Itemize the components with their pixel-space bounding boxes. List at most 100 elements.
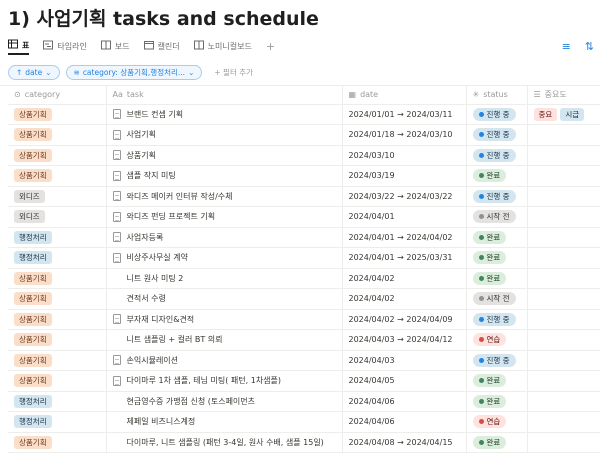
task-cell[interactable]: 견적서 수령	[106, 288, 343, 310]
importance-cell[interactable]	[527, 227, 600, 248]
task-cell[interactable]: 다이마루, 니트 샘플링 (패턴 3-4일, 원사 수배, 샘플 15일)	[106, 432, 343, 453]
category-cell[interactable]: 행정처리	[8, 391, 107, 412]
table-row[interactable]: 상품기획 니트 원사 미팅 2 2024/04/02 완료	[8, 268, 600, 289]
task-cell[interactable]: 와디즈 메이커 인터뷰 작성/수체	[106, 186, 343, 207]
view-tab-0[interactable]: 표	[8, 37, 30, 55]
category-cell[interactable]: 상품기획	[8, 268, 107, 289]
view-tab-4[interactable]: 노미니컬보드	[193, 37, 252, 55]
task-cell[interactable]: 비상주사무실 계약	[106, 247, 343, 269]
importance-cell[interactable]	[527, 124, 600, 146]
table-row[interactable]: 상품기획 사업기획 2024/01/18 → 2024/03/10 진행 중	[8, 124, 600, 146]
status-cell[interactable]: 연습	[466, 329, 528, 351]
date-cell[interactable]: 2024/04/01	[342, 206, 467, 228]
view-tab-2[interactable]: 보드	[100, 37, 130, 55]
task-cell[interactable]: 니트 원사 미팅 2	[106, 268, 343, 289]
task-cell[interactable]: 사업기획	[106, 124, 343, 146]
status-cell[interactable]: 시작 전	[466, 206, 528, 228]
task-cell[interactable]: 니트 샘플링 + 컬러 BT 의뢰	[106, 329, 343, 351]
importance-cell[interactable]	[527, 391, 600, 412]
date-cell[interactable]: 2024/04/02	[342, 268, 467, 289]
table-row[interactable]: 상품기획 샘플 작지 미팅 2024/03/19 완료	[8, 165, 600, 187]
column-header-status[interactable]: ✳ status	[466, 86, 528, 105]
table-row[interactable]: 상품기획 니트 샘플링 + 컬러 BT 의뢰 2024/04/03 → 2024/0…	[8, 329, 600, 351]
task-cell[interactable]: 현금영수증 가맹점 신청 (토스페이먼츠	[106, 391, 343, 412]
date-cell[interactable]: 2024/04/03 → 2024/04/12	[342, 329, 467, 351]
table-row[interactable]: 외디즈 와디즈 펀딩 프로젝트 기획 2024/04/01 시작 전	[8, 206, 600, 228]
task-cell[interactable]: 다이마루 1차 샘플, 테님 미팅( 패턴, 1차샘플)	[106, 370, 343, 392]
column-header-date[interactable]: ▦ date	[342, 86, 467, 105]
category-cell[interactable]: 상품기획	[8, 124, 107, 146]
task-cell[interactable]: 상품기획	[106, 145, 343, 166]
date-cell[interactable]: 2024/04/02 → 2024/04/09	[342, 309, 467, 330]
importance-cell[interactable]	[527, 145, 600, 166]
importance-cell[interactable]	[527, 329, 600, 351]
status-cell[interactable]: 완료	[466, 370, 528, 392]
status-cell[interactable]: 진행 중	[466, 186, 528, 207]
table-row[interactable]: 행정처리 제페일 비즈니스계정 2024/04/06 연습	[8, 411, 600, 433]
task-cell[interactable]: 사업자등록	[106, 227, 343, 248]
add-filter-button[interactable]: + 필터 추가	[214, 67, 253, 78]
importance-cell[interactable]	[527, 411, 600, 433]
table-row[interactable]: 상품기획 다이마루, 니트 샘플링 (패턴 3-4일, 원사 수배, 샘플 15일…	[8, 432, 600, 453]
category-cell[interactable]: 행정처리	[8, 227, 107, 248]
status-cell[interactable]: 완료	[466, 268, 528, 289]
date-cell[interactable]: 2024/04/06	[342, 411, 467, 433]
status-cell[interactable]: 진행 중	[466, 104, 528, 125]
category-cell[interactable]: 상품기획	[8, 329, 107, 351]
table-row[interactable]: 행정처리 사업자등록 2024/04/01 → 2024/04/02 완료	[8, 227, 600, 248]
status-cell[interactable]: 진행 중	[466, 309, 528, 330]
date-cell[interactable]: 2024/03/22 → 2024/03/22	[342, 186, 467, 207]
view-tab-3[interactable]: 캘린더	[143, 37, 180, 55]
date-cell[interactable]: 2024/04/06	[342, 391, 467, 412]
category-cell[interactable]: 행정처리	[8, 247, 107, 269]
status-cell[interactable]: 완료	[466, 432, 528, 453]
status-cell[interactable]: 진행 중	[466, 124, 528, 146]
table-row[interactable]: 상품기획 상품기획 2024/03/10 진행 중	[8, 145, 600, 166]
category-cell[interactable]: 상품기획	[8, 145, 107, 166]
date-cell[interactable]: 2024/04/05	[342, 370, 467, 392]
category-cell[interactable]: 상품기획	[8, 309, 107, 330]
status-cell[interactable]: 연습	[466, 411, 528, 433]
category-cell[interactable]: 상품기획	[8, 165, 107, 187]
category-cell[interactable]: 상품기획	[8, 350, 107, 371]
task-cell[interactable]: 샘플 작지 미팅	[106, 165, 343, 187]
status-cell[interactable]: 완료	[466, 227, 528, 248]
date-cell[interactable]: 2024/04/02	[342, 288, 467, 310]
table-row[interactable]: 행정처리 현금영수증 가맹점 신청 (토스페이먼츠 2024/04/06 완료	[8, 391, 600, 412]
category-cell[interactable]: 외디즈	[8, 186, 107, 207]
add-view-button[interactable]: +	[266, 40, 275, 53]
task-cell[interactable]: 브랜드 컨셉 기획	[106, 104, 343, 125]
category-filter-chip[interactable]: ≋ category: 상품기획,행정처리... ⌄	[65, 64, 203, 80]
category-cell[interactable]: 상품기획	[8, 288, 107, 310]
category-cell[interactable]: 상품기획	[8, 104, 107, 125]
status-cell[interactable]: 완료	[466, 391, 528, 412]
importance-cell[interactable]	[527, 247, 600, 269]
table-row[interactable]: 상품기획 견적서 수령 2024/04/02 시작 전	[8, 288, 600, 310]
status-cell[interactable]: 시작 전	[466, 288, 528, 310]
importance-cell[interactable]	[527, 206, 600, 228]
importance-cell[interactable]	[527, 165, 600, 187]
sort-icon[interactable]: ⇅	[585, 40, 594, 53]
importance-cell[interactable]	[527, 370, 600, 392]
table-row[interactable]: 행정처리 비상주사무실 계약 2024/04/01 → 2025/03/31 완료	[8, 247, 600, 269]
status-cell[interactable]: 진행 중	[466, 350, 528, 371]
date-cell[interactable]: 2024/04/01 → 2024/04/02	[342, 227, 467, 248]
filter-icon[interactable]: ≡	[562, 40, 571, 53]
date-cell[interactable]: 2024/04/03	[342, 350, 467, 371]
importance-cell[interactable]	[527, 350, 600, 371]
task-cell[interactable]: 제페일 비즈니스계정	[106, 411, 343, 433]
date-cell[interactable]: 2024/03/19	[342, 165, 467, 187]
table-row[interactable]: 상품기획 브랜드 컨셉 기획 2024/01/01 → 2024/03/11 진행 중…	[8, 104, 600, 125]
importance-cell[interactable]	[527, 309, 600, 330]
date-cell[interactable]: 2024/01/18 → 2024/03/10	[342, 124, 467, 146]
task-cell[interactable]: 손익시뮬레이션	[106, 350, 343, 371]
table-row[interactable]: 외디즈 와디즈 메이커 인터뷰 작성/수체 2024/03/22 → 2024/03…	[8, 186, 600, 207]
column-header-importance[interactable]: ☰ 중요도	[527, 86, 600, 105]
task-cell[interactable]: 와디즈 펀딩 프로젝트 기획	[106, 206, 343, 228]
importance-cell[interactable]	[527, 288, 600, 310]
importance-cell[interactable]: 중요 시급	[527, 104, 600, 125]
view-tab-1[interactable]: 타임라인	[43, 37, 87, 55]
table-row[interactable]: 상품기획 부자재 디자인&견적 2024/04/02 → 2024/04/09 진행 …	[8, 309, 600, 330]
category-cell[interactable]: 외디즈	[8, 206, 107, 228]
table-row[interactable]: 상품기획 다이마루 1차 샘플, 테님 미팅( 패턴, 1차샘플) 2024/04/…	[8, 370, 600, 392]
